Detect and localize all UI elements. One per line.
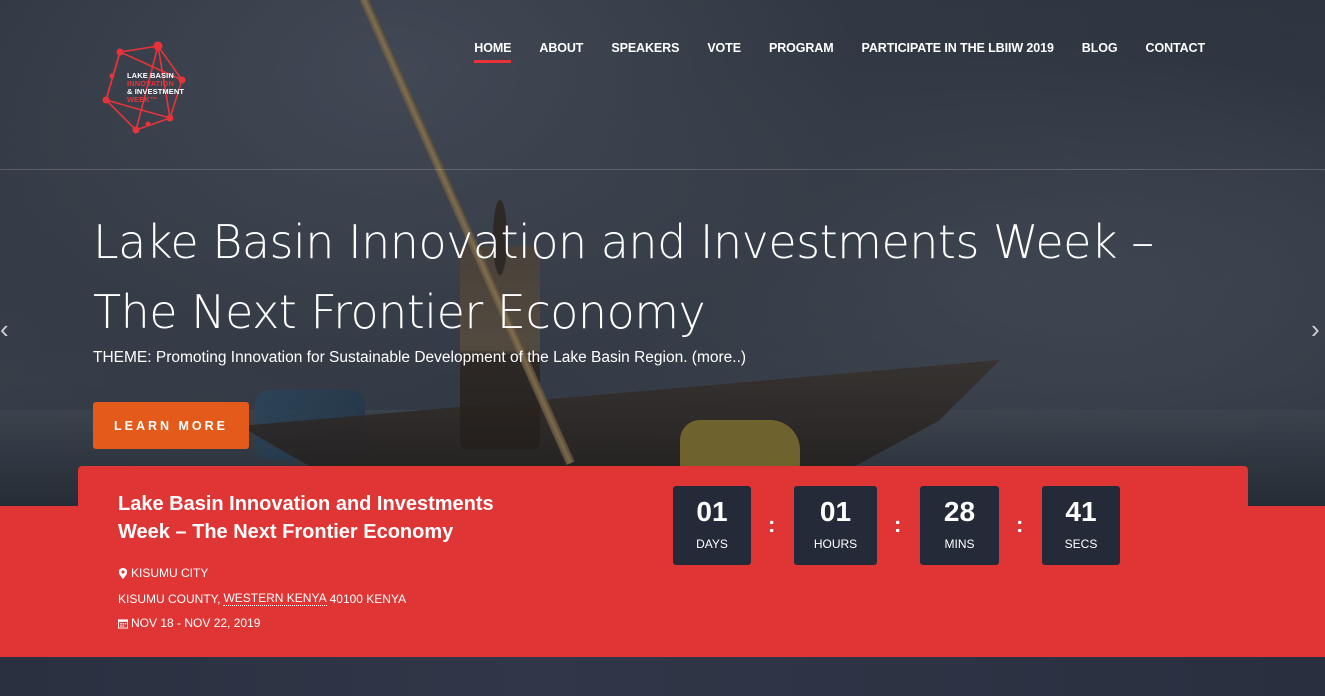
- nav-contact[interactable]: CONTACT: [1132, 40, 1219, 56]
- event-location-text: KISUMU CITY: [131, 566, 209, 580]
- countdown-hours-label: HOURS: [813, 537, 858, 551]
- address-rest: 40100 KENYA: [329, 591, 407, 606]
- countdown-days-value: 01: [696, 496, 728, 527]
- site-header: LAKE BASIN INNOVATION & INVESTMENT WEEK™…: [0, 0, 1325, 170]
- slide-title: Lake Basin Innovation and Investments We…: [93, 215, 1154, 339]
- event-dates: NOV 18 - NOV 22, 2019: [118, 616, 260, 630]
- countdown-secs: 41 SECS: [1042, 486, 1120, 565]
- slider-prev-icon[interactable]: ‹: [0, 316, 9, 342]
- countdown-days: 01 DAYS: [673, 486, 751, 565]
- event-address: KISUMU COUNTY, WESTERN KENYA 40100 KENYA: [118, 591, 406, 606]
- countdown-separator: :: [768, 512, 776, 537]
- nav-about[interactable]: ABOUT: [525, 40, 597, 56]
- address-county: KISUMU COUNTY,: [118, 591, 221, 606]
- learn-more-button[interactable]: LEARN MORE: [93, 402, 249, 449]
- event-dates-text: NOV 18 - NOV 22, 2019: [131, 616, 261, 630]
- countdown-hours: 01 HOURS: [794, 486, 877, 565]
- countdown-secs-value: 41: [1065, 496, 1097, 527]
- nav-program[interactable]: PROGRAM: [755, 40, 848, 56]
- next-section-strip: [0, 657, 1325, 696]
- nav-blog[interactable]: BLOG: [1068, 40, 1132, 56]
- countdown-hours-value: 01: [819, 496, 852, 527]
- map-marker-icon: [118, 567, 128, 579]
- countdown-separator: :: [894, 512, 902, 537]
- nav-speakers[interactable]: SPEAKERS: [597, 40, 693, 56]
- address-region: WESTERN KENYA: [223, 591, 327, 606]
- event-location: KISUMU CITY: [118, 566, 208, 580]
- calendar-icon: [118, 618, 128, 628]
- main-nav: HOME ABOUT SPEAKERS VOTE PROGRAM PARTICI…: [460, 40, 1219, 63]
- countdown-separator: :: [1016, 512, 1024, 537]
- site-logo[interactable]: LAKE BASIN INNOVATION & INVESTMENT WEEK™: [100, 40, 190, 135]
- nav-vote[interactable]: VOTE: [693, 40, 755, 56]
- countdown-mins: 28 MINS: [920, 486, 999, 565]
- nav-home[interactable]: HOME: [460, 40, 525, 63]
- slide-theme-text[interactable]: THEME: Promoting Innovation for Sustaina…: [93, 349, 746, 367]
- countdown-mins-value: 28: [943, 496, 976, 527]
- event-title: Lake Basin Innovation and Investments We…: [118, 493, 494, 543]
- countdown-days-label: DAYS: [696, 537, 728, 551]
- logo-text: LAKE BASIN INNOVATION & INVESTMENT WEEK™: [127, 72, 184, 104]
- countdown-secs-label: SECS: [1064, 537, 1098, 551]
- logo-line-4: WEEK™: [127, 95, 158, 104]
- countdown-mins-label: MINS: [944, 537, 975, 551]
- slider-next-icon[interactable]: ›: [1311, 316, 1320, 342]
- nav-participate[interactable]: PARTICIPATE IN THE LBIIW 2019: [848, 40, 1068, 56]
